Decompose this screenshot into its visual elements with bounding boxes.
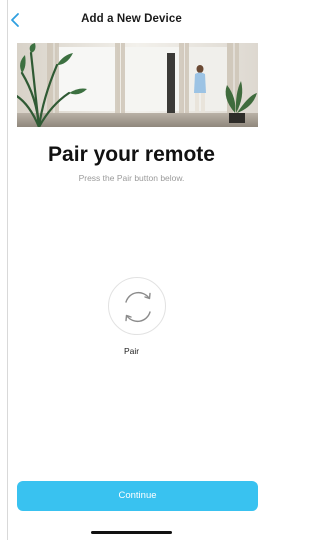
- page-subtitle: Press the Pair button below.: [78, 173, 185, 183]
- page-header-title: Add a New Device: [81, 13, 182, 25]
- hero-image: [17, 43, 258, 127]
- pair-button[interactable]: [108, 277, 166, 335]
- home-indicator: [91, 531, 172, 534]
- living-room-photo: [17, 43, 258, 127]
- continue-button[interactable]: Continue: [17, 481, 258, 511]
- screen: Add a New Device Pair your remote Press …: [0, 0, 263, 540]
- pair-label: Pair: [123, 346, 140, 356]
- page-title: Pair your remote: [48, 143, 215, 166]
- edge-divider: [7, 0, 8, 540]
- nav-bar: Add a New Device: [0, 0, 263, 40]
